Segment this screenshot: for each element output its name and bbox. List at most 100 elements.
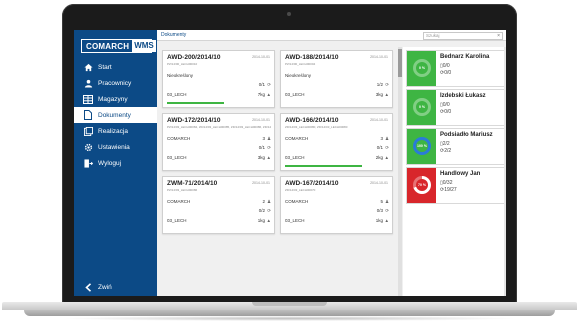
document-client-count: 5 (380, 199, 383, 204)
worker-progress-ring: 0 % (413, 98, 431, 116)
document-sources: ZD/14/03_LECH00080, ZD/14/03_LECH00080 (285, 125, 348, 129)
collapse-sidebar-button[interactable]: Zwiń (83, 282, 112, 292)
home-icon (83, 62, 93, 72)
document-number: AWD-188/2014/10 (285, 54, 339, 61)
sidebar-item-wyloguj[interactable]: Wyloguj (74, 155, 157, 171)
document-count: 1/2 (376, 82, 383, 87)
document-number: AWD-172/2014/10 (167, 117, 221, 124)
logout-icon (83, 158, 93, 168)
document-icon (83, 110, 93, 120)
sidebar-item-label: Magazyny (98, 95, 128, 103)
sidebar-item-label: Dokumenty (98, 111, 131, 119)
document-client: Nieokreślony (285, 73, 312, 78)
worker-name: Handlowy Jan (440, 171, 481, 177)
document-card[interactable]: AWD-166/2014/10 2014-10-01 ZD/14/03_LECH… (280, 113, 393, 171)
warehouse-icon (83, 94, 93, 104)
scrollbar-thumb[interactable] (398, 49, 402, 77)
worker-name: Bednarz Karolina (440, 54, 490, 60)
workers-panel: 0 % Bednarz Karolina ▯0/0 ⟳0/0 0 % Izdeb… (403, 47, 506, 296)
document-warehouse: 03_LECH (285, 92, 305, 97)
document-warehouse: 03_LECH (167, 218, 187, 223)
document-warehouse: 03_LECH (285, 155, 305, 160)
document-weight: 1kg (257, 218, 265, 223)
worker-progress-ring: 100 % (413, 137, 431, 155)
sidebar-item-realizacja[interactable]: Realizacja (74, 123, 157, 139)
document-number: AWD-166/2014/10 (285, 117, 339, 124)
sidebar-menu: Start Pracownicy Magazyny Dokumenty Real… (74, 59, 157, 171)
clear-search-icon[interactable]: × (497, 33, 500, 39)
refresh-icon: ⟳ (267, 208, 271, 213)
weight-icon: ▲ (384, 218, 389, 223)
user-icon: ♟ (266, 136, 271, 141)
page-title: Dokumenty (161, 32, 187, 38)
app-screen: COMARCH WMS Start Pracownicy Magazyny Do… (74, 30, 506, 296)
workers-scrollbar[interactable] (504, 47, 506, 296)
document-warehouse: 03_LECH (167, 155, 187, 160)
document-card[interactable]: AWD-167/2014/10 2014-10-01 ZD/14/03_LECH… (280, 176, 393, 234)
document-date: 2014-10-01 (252, 55, 270, 59)
document-weight: 7kg (257, 92, 265, 97)
document-count: 0/1 (258, 145, 265, 150)
progress-bar (285, 165, 363, 167)
sidebar-item-label: Wyloguj (98, 159, 122, 167)
worker-card[interactable]: 0 % Bednarz Karolina ▯0/0 ⟳0/0 (406, 50, 506, 87)
document-client-count: 2 (262, 199, 265, 204)
document-weight: 3kg (257, 155, 265, 160)
users-icon (83, 78, 93, 88)
document-card[interactable]: AWD-200/2014/10 2014-10-01 PZ/14/00_LECH… (162, 50, 275, 108)
worker-card[interactable]: 0 % Izdebski Łukasz ▯0/0 ⟳0/0 (406, 89, 506, 126)
sidebar-item-ustawienia[interactable]: Ustawienia (74, 139, 157, 155)
refresh-icon: ⟳ (385, 82, 389, 87)
document-warehouse: 03_LECH (167, 92, 187, 97)
weight-icon: ▲ (266, 92, 271, 97)
document-number: AWD-167/2014/10 (285, 180, 339, 187)
sidebar: COMARCH WMS Start Pracownicy Magazyny Do… (74, 30, 157, 296)
worker-status-tile: 100 % (407, 129, 436, 164)
worker-name: Izdebski Łukasz (440, 93, 486, 99)
weight-icon: ▲ (384, 92, 389, 97)
document-number: ZWM-71/2014/10 (167, 180, 218, 187)
top-bar: Dokumenty Szukaj × (157, 30, 506, 41)
document-card[interactable]: AWD-172/2014/10 2014-10-01 PZ/14/03_LECH… (162, 113, 275, 171)
search-input[interactable]: Szukaj × (423, 32, 503, 40)
refresh-icon: ⟳ (385, 208, 389, 213)
sidebar-item-label: Start (98, 63, 112, 71)
sidebar-item-dokumenty[interactable]: Dokumenty (74, 107, 157, 123)
worker-docs: 0/32 (442, 180, 453, 186)
document-count: 0/1 (376, 145, 383, 150)
document-warehouse: 03_LECH (285, 218, 305, 223)
document-count: 0/3 (376, 208, 383, 213)
document-sources: PZ/14/03_LECH00084, ZD/14/03_LECH00085, … (167, 125, 271, 129)
worker-percent: 100 % (417, 144, 427, 148)
worker-card[interactable]: 100 % Podsiadło Mariusz ▯2/2 ⟳2/2 (406, 128, 506, 165)
worker-percent: 0 % (418, 105, 426, 109)
documents-scrollbar[interactable] (398, 47, 402, 296)
document-number: AWD-200/2014/10 (167, 54, 221, 61)
document-card[interactable]: AWD-188/2014/10 2014-10-01 PZ/14/00_LECH… (280, 50, 393, 108)
sidebar-item-label: Pracownicy (98, 79, 132, 87)
worker-card[interactable]: 70 % Handlowy Jan ▯0/32 ⟳19/27 (406, 167, 506, 204)
worker-docs: 0/0 (442, 63, 450, 69)
sidebar-item-start[interactable]: Start (74, 59, 157, 75)
document-weight: 3kg (375, 92, 383, 97)
document-date: 2014-10-01 (252, 181, 270, 185)
sidebar-item-magazyny[interactable]: Magazyny (74, 91, 157, 107)
realization-icon (83, 126, 93, 136)
sidebar-item-label: Realizacja (98, 127, 128, 135)
documents-grid: AWD-200/2014/10 2014-10-01 PZ/14/00_LECH… (162, 50, 398, 296)
document-card[interactable]: ZWM-71/2014/10 2014-10-01 PZ/14/03_LECH0… (162, 176, 275, 234)
gear-icon (83, 142, 93, 152)
document-client: COMARCH (167, 136, 191, 141)
sidebar-item-label: Ustawienia (98, 143, 130, 151)
camera-dot (287, 12, 291, 16)
document-sources: PZ/14/00_LECH00004 (285, 62, 316, 66)
refresh-icon: ⟳ (267, 145, 271, 150)
search-placeholder: Szukaj (426, 33, 440, 38)
document-sources: PZ/14/03_LECH00086 (167, 188, 198, 192)
sidebar-item-pracownicy[interactable]: Pracownicy (74, 75, 157, 91)
worker-tasks: 0/0 (444, 109, 452, 115)
worker-tasks: 19/27 (444, 187, 457, 193)
document-weight: 2kg (375, 155, 383, 160)
document-client: COMARCH (285, 199, 309, 204)
document-date: 2014-10-01 (370, 181, 388, 185)
